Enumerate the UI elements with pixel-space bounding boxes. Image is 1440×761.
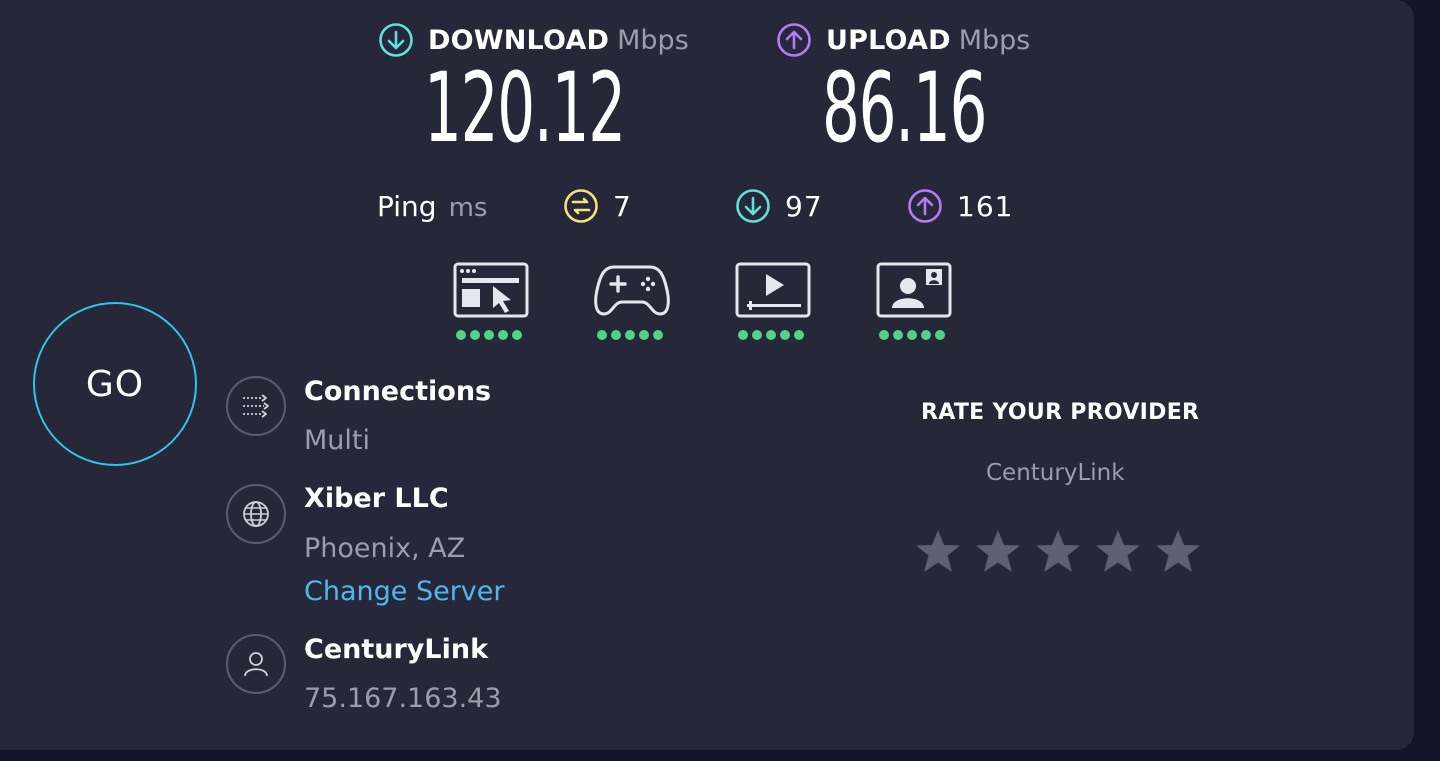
- connections-icon: [243, 394, 269, 418]
- server-name: Xiber LLC: [304, 483, 449, 514]
- usage-video-chat[interactable]: [876, 262, 952, 340]
- upload-speed-value: 86.16: [822, 52, 987, 164]
- download-speed-value: 120.12: [424, 52, 626, 164]
- ping-download-icon: [736, 189, 770, 223]
- upload-label: UPLOAD: [826, 24, 951, 56]
- download-unit: Mbps: [617, 24, 689, 56]
- ping-download: 97: [735, 188, 823, 224]
- upload-arrow-icon: [777, 23, 811, 57]
- ping-download-value: 97: [785, 189, 823, 223]
- star-icon[interactable]: [1034, 527, 1082, 575]
- provider-name: CenturyLink: [304, 634, 489, 665]
- server-icon-wrap: [226, 484, 286, 544]
- usage-video-streaming[interactable]: [735, 262, 811, 340]
- ping-label: Ping: [377, 190, 437, 223]
- ping-unit: ms: [448, 193, 488, 223]
- user-icon: [244, 652, 268, 677]
- provider-icon-wrap: [226, 634, 286, 694]
- star-icon[interactable]: [1094, 527, 1142, 575]
- provider-ip: 75.167.163.43: [304, 683, 502, 714]
- go-button-label: GO: [85, 363, 145, 405]
- ping-upload-value: 161: [957, 189, 1014, 223]
- connections-title: Connections: [304, 376, 492, 407]
- usage-web-browsing[interactable]: [453, 262, 529, 340]
- download-arrow-icon: [379, 23, 413, 57]
- server-location: Phoenix, AZ: [304, 533, 466, 564]
- ping-jitter-icon: [564, 189, 598, 223]
- results-panel: DOWNLOAD Mbps 120.12 UPLOAD Mbps 86.16 P…: [0, 0, 1414, 750]
- web-browsing-icon: [453, 262, 529, 318]
- video-streaming-icon: [735, 262, 811, 318]
- usage-rating-dots: [735, 330, 811, 340]
- ping-idle: 7: [563, 188, 632, 224]
- connections-icon-wrap: [226, 376, 286, 436]
- download-label: DOWNLOAD: [428, 24, 610, 56]
- usage-rating-dots: [594, 330, 670, 340]
- go-button[interactable]: GO: [33, 302, 197, 466]
- usage-rating-dots: [876, 330, 952, 340]
- gaming-icon: [594, 265, 670, 316]
- video-chat-icon: [876, 262, 952, 318]
- rate-provider-name: CenturyLink: [986, 460, 1125, 486]
- rating-stars: [914, 527, 1202, 575]
- ping-upload: 161: [907, 188, 1013, 224]
- rate-provider-title: RATE YOUR PROVIDER: [921, 400, 1200, 425]
- ping-upload-icon: [908, 189, 942, 223]
- upload-unit: Mbps: [958, 24, 1031, 56]
- star-icon[interactable]: [914, 527, 962, 575]
- ping-idle-value: 7: [613, 189, 632, 223]
- usage-rating-dots: [453, 330, 529, 340]
- globe-icon: [243, 501, 269, 527]
- usage-gaming[interactable]: [594, 262, 670, 340]
- star-icon[interactable]: [1154, 527, 1202, 575]
- star-icon[interactable]: [974, 527, 1022, 575]
- connections-value[interactable]: Multi: [304, 425, 370, 456]
- change-server-link[interactable]: Change Server: [304, 576, 505, 607]
- ping-label-group: Ping ms: [377, 190, 487, 223]
